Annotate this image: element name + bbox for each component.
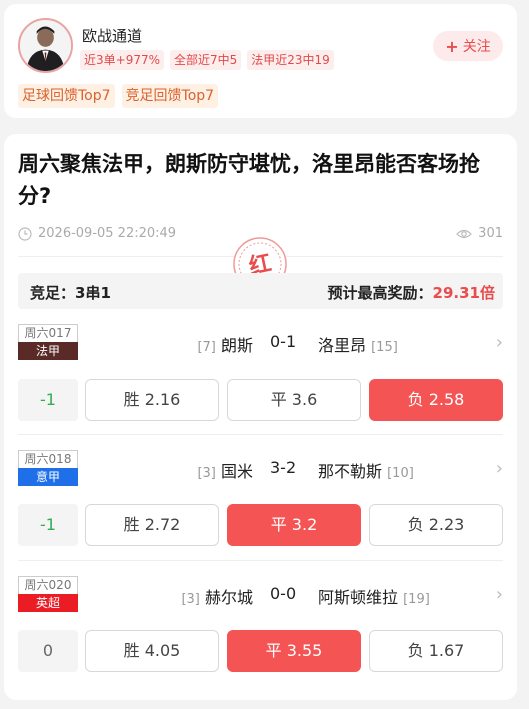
- handicap: -1: [18, 379, 78, 421]
- author-name[interactable]: 欧战通道: [82, 25, 142, 46]
- away-rank: [15]: [371, 340, 398, 355]
- home-rank: [3]: [197, 466, 216, 481]
- odds-win-button[interactable]: 胜 2.16: [85, 379, 219, 421]
- avatar[interactable]: [18, 18, 73, 73]
- match-label: 周六017 法甲: [18, 324, 78, 360]
- away-name: 那不勒斯: [318, 462, 383, 481]
- chevron-right-icon[interactable]: ›: [496, 458, 503, 479]
- honor-tags: 足球回馈Top7 竞足回馈Top7: [18, 84, 219, 108]
- stat-tag: 近3单+977%: [80, 50, 164, 70]
- max-prize: 预计最高奖励：29.31倍: [328, 282, 495, 303]
- chevron-right-icon[interactable]: ›: [496, 332, 503, 353]
- home-team: [3] 赫尔城: [181, 584, 253, 608]
- divider: [18, 434, 503, 435]
- divider: [18, 560, 503, 561]
- league-badge: 意甲: [18, 468, 78, 486]
- match-number: 周六017: [18, 324, 78, 342]
- match-score: 0-0: [270, 584, 297, 603]
- match-score: 3-2: [270, 458, 297, 477]
- follow-label: 关注: [462, 39, 491, 55]
- league-badge: 英超: [18, 594, 78, 612]
- view-count-text: 301: [478, 226, 503, 241]
- plus-icon: +: [445, 36, 459, 56]
- league-badge: 法甲: [18, 342, 78, 360]
- home-team: [3] 国米: [197, 458, 253, 482]
- odds-lose-button[interactable]: 负 2.23: [369, 504, 503, 546]
- handicap: -1: [18, 504, 78, 546]
- follow-button[interactable]: + 关注: [433, 31, 503, 61]
- away-team: 阿斯顿维拉 [19]: [318, 584, 430, 608]
- match-number: 周六018: [18, 450, 78, 468]
- play-type: 竞足：3串1: [30, 282, 111, 303]
- author-stat-tags: 近3单+977% 全部近7中5 法甲近23中19: [80, 50, 334, 70]
- bet-summary: 竞足：3串1 预计最高奖励：29.31倍: [18, 273, 503, 309]
- home-rank: [7]: [197, 340, 216, 355]
- article-title: 周六聚焦法甲，朗斯防守堪忧，洛里昂能否客场抢分?: [18, 152, 480, 208]
- match-label: 周六018 意甲: [18, 450, 78, 486]
- match-header[interactable]: 周六018 意甲 [3] 国米 3-2 那不勒斯 [10] ›: [18, 450, 503, 486]
- publish-time-text: 2026-09-05 22:20:49: [38, 226, 177, 241]
- odds-lose-button[interactable]: 负 2.58: [369, 379, 503, 421]
- odds-row: 0 胜 4.05 平 3.55 负 1.67: [18, 630, 503, 672]
- odds-draw-button[interactable]: 平 3.6: [227, 379, 361, 421]
- publish-time: 2026-09-05 22:20:49: [18, 226, 176, 241]
- stat-tag: 全部近7中5: [170, 50, 242, 70]
- home-team: [7] 朗斯: [197, 332, 253, 356]
- away-team: 洛里昂 [15]: [318, 332, 398, 356]
- play-type-value: 3串1: [75, 284, 111, 302]
- chevron-right-icon[interactable]: ›: [496, 584, 503, 605]
- away-team: 那不勒斯 [10]: [318, 458, 414, 482]
- match-score: 0-1: [270, 332, 297, 351]
- odds-draw-button[interactable]: 平 3.55: [227, 630, 361, 672]
- match-header[interactable]: 周六017 法甲 [7] 朗斯 0-1 洛里昂 [15] ›: [18, 324, 503, 360]
- max-prize-value: 29.31倍: [432, 284, 495, 302]
- home-name: 赫尔城: [204, 588, 253, 607]
- eye-icon: [456, 229, 473, 238]
- stat-tag: 法甲近23中19: [247, 50, 334, 70]
- person-avatar-icon: [20, 20, 71, 71]
- clock-icon: [18, 226, 32, 241]
- play-type-label: 竞足：: [30, 284, 76, 302]
- match-label: 周六020 英超: [18, 576, 78, 612]
- max-prize-label: 预计最高奖励：: [327, 284, 433, 302]
- match-number: 周六020: [18, 576, 78, 594]
- home-name: 朗斯: [220, 336, 253, 355]
- match-header[interactable]: 周六020 英超 [3] 赫尔城 0-0 阿斯顿维拉 [19] ›: [18, 576, 503, 612]
- article-card: 周六聚焦法甲，朗斯防守堪忧，洛里昂能否客场抢分? 2026-09-05 22:2…: [4, 134, 517, 700]
- odds-draw-button[interactable]: 平 3.2: [227, 504, 361, 546]
- odds-win-button[interactable]: 胜 4.05: [85, 630, 219, 672]
- away-rank: [10]: [387, 466, 414, 481]
- honor-tag: 竞足回馈Top7: [121, 84, 219, 108]
- odds-win-button[interactable]: 胜 2.72: [85, 504, 219, 546]
- home-rank: [3]: [181, 592, 200, 607]
- handicap: 0: [18, 630, 78, 672]
- odds-row: -1 胜 2.16 平 3.6 负 2.58: [18, 379, 503, 421]
- home-name: 国米: [220, 462, 253, 481]
- away-rank: [19]: [403, 592, 430, 607]
- away-name: 阿斯顿维拉: [318, 588, 399, 607]
- view-count: 301: [456, 226, 503, 241]
- away-name: 洛里昂: [318, 336, 367, 355]
- odds-row: -1 胜 2.72 平 3.2 负 2.23: [18, 504, 503, 546]
- honor-tag: 足球回馈Top7: [18, 84, 115, 108]
- author-card: 欧战通道 近3单+977% 全部近7中5 法甲近23中19 + 关注 足球回馈T…: [4, 4, 517, 118]
- odds-lose-button[interactable]: 负 1.67: [369, 630, 503, 672]
